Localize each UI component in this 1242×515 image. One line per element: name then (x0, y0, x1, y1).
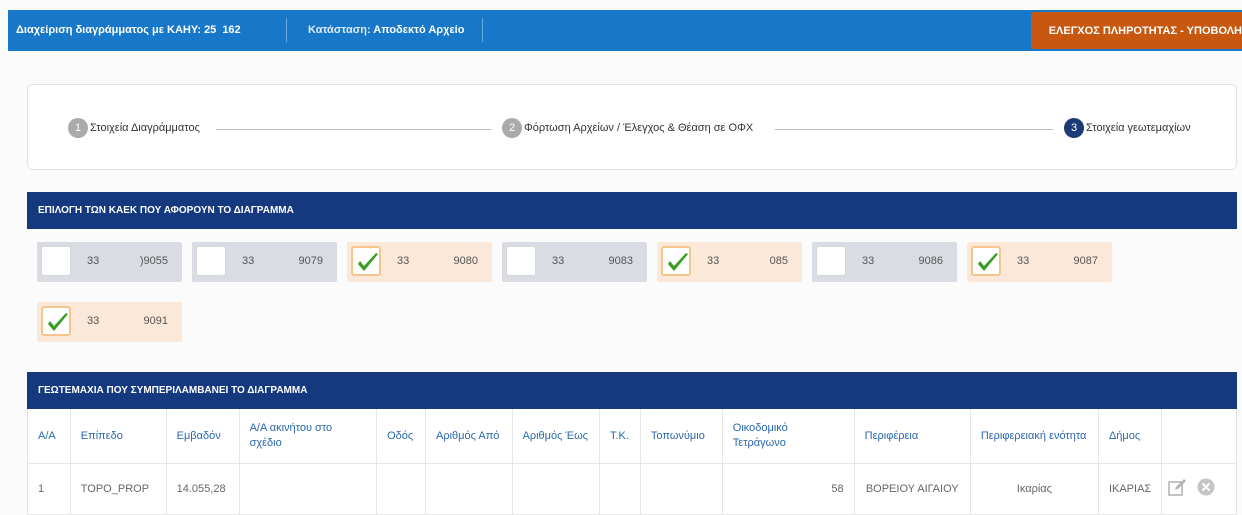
step-label: Στοιχεία Διαγράμματος (90, 122, 200, 134)
kaek-code-prefix: 33 (707, 255, 720, 267)
checkbox[interactable] (41, 306, 71, 336)
kaek-chip[interactable]: 33 9079 (192, 242, 337, 282)
kaek-code-prefix: 33 (552, 255, 565, 267)
step-parcel-details[interactable]: 3 Στοιχεία γεωτεμαχίων (1064, 118, 1191, 138)
cell-perifereia: ΒΟΡΕΙΟΥ ΑΙΓΑΙΟΥ (853, 463, 971, 515)
cell-enotita: Ικαρίας (969, 463, 1099, 515)
wizard-stepper: 1 Στοιχεία Διαγράμματος 2 Φόρτωση Αρχείω… (27, 84, 1237, 170)
checkbox[interactable] (661, 246, 691, 276)
kaek-code-suffix: 9091 (143, 315, 168, 327)
table-row: 1 TOPO_PROP 14.055,28 58 ΒΟΡΕΙΟΥ ΑΙΓΑΙΟΥ… (27, 463, 1237, 515)
kaek-title-label: Διαχείριση διαγράμματος με ΚΑΗΥ: 25 (16, 24, 217, 36)
kaek-code-suffix: 9087 (1073, 255, 1098, 267)
parcels-section-header: ΓΕΩΤΕΜΑΧΙΑ ΠΟΥ ΣΥΜΠΕΡΙΛΑΜΒΑΝΕΙ ΤΟ ΔΙΑΓΡΑ… (27, 372, 1237, 409)
kaek-title-suffix: 162 (222, 24, 241, 36)
cell-dimos: ΙΚΑΡΙΑΣ (1097, 463, 1163, 515)
column-header[interactable]: Επίπεδο (69, 409, 167, 464)
column-header[interactable]: Εμβαδόν (165, 409, 240, 464)
column-header[interactable]: Περιφέρεια (853, 409, 971, 464)
table-header-row: Α/Α Επίπεδο Εμβαδόν Α/Α ακινήτου στο σχέ… (27, 409, 1237, 464)
kaek-chip[interactable]: 33 9086 (812, 242, 957, 282)
kaek-chip[interactable]: 33 9091 (37, 302, 182, 342)
actions-column-header (1161, 409, 1237, 464)
column-header[interactable]: Περιφερειακή ενότητα (969, 409, 1099, 464)
kaek-section-header: ΕΠΙΛΟΓΗ ΤΩΝ ΚΑΕΚ ΠΟΥ ΑΦΟΡΟΥΝ ΤΟ ΔΙΑΓΡΑΜΜ… (27, 192, 1237, 229)
column-header[interactable]: Οικοδομικό Τετράγωνο (721, 409, 855, 464)
status-text: Κατάσταση: Αποδεκτό Αρχείο (308, 24, 464, 36)
kaek-code-prefix: 33 (862, 255, 875, 267)
divider (482, 18, 483, 42)
checkbox[interactable] (971, 246, 1001, 276)
step-number: 3 (1064, 118, 1084, 138)
cell-tk (598, 463, 641, 515)
step-label: Φόρτωση Αρχείων / Έλεγχος & Θέαση σε ΟΦΧ (524, 122, 754, 134)
kaek-code-suffix: 9080 (453, 255, 478, 267)
kaek-code-prefix: 33 (397, 255, 410, 267)
step-file-upload[interactable]: 2 Φόρτωση Αρχείων / Έλεγχος & Θέαση σε Ο… (502, 118, 753, 138)
cell-oikodomiko: 58 (721, 463, 855, 515)
kaek-code-suffix: )9055 (139, 255, 168, 267)
edit-icon[interactable] (1168, 478, 1188, 501)
kaek-code-prefix: 33 (87, 315, 100, 327)
column-header[interactable]: Α/Α ακινήτου στο σχέδιο (238, 409, 378, 464)
cell-odos (376, 463, 427, 515)
cell-aa-akinitou (238, 463, 378, 515)
checkbox[interactable] (41, 246, 71, 276)
step-label: Στοιχεία γεωτεμαχίων (1086, 122, 1191, 134)
delete-icon[interactable] (1197, 478, 1215, 501)
step-connector (775, 129, 1053, 130)
cell-arithmos-eos (511, 463, 600, 515)
cell-epipedo: TOPO_PROP (69, 463, 167, 515)
cell-emvadon: 14.055,28 (165, 463, 240, 515)
kaek-code-suffix: 9083 (608, 255, 633, 267)
column-header[interactable]: Αριθμός Από (425, 409, 513, 464)
cell-arithmos-apo (425, 463, 513, 515)
cell-aa: 1 (27, 463, 71, 515)
status-label: Κατάσταση: (308, 24, 371, 36)
step-diagram-details[interactable]: 1 Στοιχεία Διαγράμματος (68, 118, 200, 138)
column-header[interactable]: Α/Α (27, 409, 71, 464)
top-bar: Διαχείριση διαγράμματος με ΚΑΗΥ: 25 162 Κ… (8, 10, 1242, 51)
kaek-chip[interactable]: 33 085 (657, 242, 802, 282)
kaek-chip[interactable]: 33 9087 (967, 242, 1112, 282)
status-value: Αποδεκτό Αρχείο (373, 24, 465, 36)
step-number: 1 (68, 118, 88, 138)
step-number: 2 (502, 118, 522, 138)
kaek-code-suffix: 085 (769, 255, 788, 267)
parcels-table: Α/Α Επίπεδο Εμβαδόν Α/Α ακινήτου στο σχέ… (27, 409, 1237, 515)
cell-actions (1161, 463, 1237, 515)
checkbox[interactable] (351, 246, 381, 276)
checkbox[interactable] (816, 246, 846, 276)
kaek-code-suffix: 9079 (298, 255, 323, 267)
kaek-chip[interactable]: 33 )9055 (37, 242, 182, 282)
kaek-code-prefix: 33 (87, 255, 100, 267)
column-header[interactable]: Δήμος (1097, 409, 1163, 464)
diagram-kaek-title: Διαχείριση διαγράμματος με ΚΑΗΥ: 25 162 (16, 24, 241, 37)
kaek-code-prefix: 33 (1017, 255, 1030, 267)
kaek-chip[interactable]: 33 9080 (347, 242, 492, 282)
column-header[interactable]: Αριθμός Έως (511, 409, 600, 464)
step-connector (216, 129, 491, 130)
divider (286, 18, 287, 42)
cell-toponymio (639, 463, 723, 515)
column-header[interactable]: Οδός (376, 409, 427, 464)
kaek-chip[interactable]: 33 9083 (502, 242, 647, 282)
kaek-code-suffix: 9086 (918, 255, 943, 267)
kaek-code-prefix: 33 (242, 255, 255, 267)
checkbox[interactable] (196, 246, 226, 276)
column-header[interactable]: Τοπωνύμιο (639, 409, 723, 464)
completeness-check-submit-button[interactable]: ΕΛΕΓΧΟΣ ΠΛΗΡΟΤΗΤΑΣ - ΥΠΟΒΟΛΗ (1031, 12, 1242, 49)
column-header[interactable]: Τ.Κ. (598, 409, 641, 464)
checkbox[interactable] (506, 246, 536, 276)
